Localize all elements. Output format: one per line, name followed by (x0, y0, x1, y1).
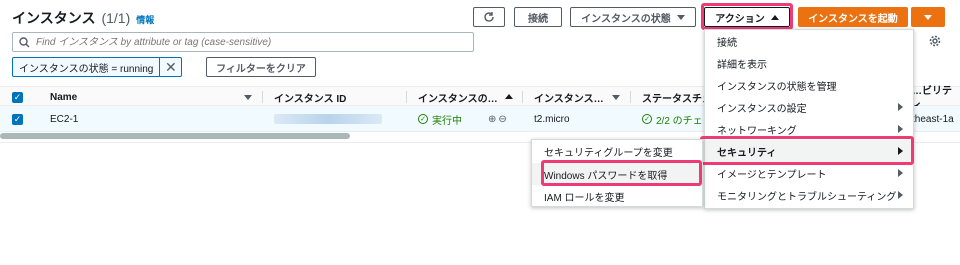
select-all-checkbox[interactable]: ✓ (12, 87, 23, 107)
cell-name: EC2-1 (50, 113, 79, 125)
security-highlight (700, 136, 914, 165)
instance-state-button[interactable]: インスタンスの状態 (570, 7, 696, 27)
redacted-instance-id (274, 114, 382, 124)
menu-item-label: モニタリングとトラブルシューティング (717, 191, 897, 203)
page-title-group: インスタンス (1/1) 情報 (12, 8, 154, 28)
windows-password-highlight (541, 160, 702, 186)
launch-instance-button[interactable]: インスタンスを起動 (798, 7, 908, 27)
menu-item-label: IAM ロールを変更 (544, 192, 625, 204)
chevron-right-icon (898, 103, 903, 111)
cell-status-check: ✓ 2/2 のチェ (642, 106, 703, 132)
filter-token-label: インスタンスの状態 = running (19, 63, 154, 75)
page-title: インスタンス (12, 10, 96, 26)
row-checkbox[interactable]: ✓ (12, 106, 23, 132)
column-divider[interactable] (406, 91, 407, 103)
launch-label: インスタンスを起動 (808, 13, 898, 25)
menu-item-image-templates[interactable]: イメージとテンプレート (705, 162, 913, 184)
refresh-icon (484, 12, 494, 22)
col-header-status-check[interactable]: ステータスチェ (642, 87, 712, 107)
zoom-in-icon[interactable]: ⊕ (488, 114, 496, 125)
filter-token: インスタンスの状態 = running ✕ (12, 57, 183, 77)
menu-item-label: セキュリティグループを変更 (544, 148, 673, 159)
settings-gear-icon[interactable] (928, 34, 942, 51)
zoom-icons[interactable]: ⊕ ⊖ (488, 106, 507, 132)
column-divider[interactable] (522, 91, 523, 103)
menu-item-label: 詳細を表示 (717, 59, 767, 71)
horizontal-scrollbar[interactable] (0, 133, 350, 139)
cell-availability-zone: theast-1a (912, 113, 954, 125)
search-input[interactable] (36, 36, 456, 48)
cell-instance-id[interactable] (274, 106, 382, 132)
clear-filter-label: フィルターをクリア (216, 63, 306, 75)
col-header-availability-zone[interactable]: …ビリティ… (912, 86, 960, 112)
clear-filter-button[interactable]: フィルターをクリア (206, 57, 316, 77)
check-circle-icon: ✓ (642, 114, 652, 124)
state-label: 実行中 (432, 115, 462, 127)
zoom-out-icon[interactable]: ⊖ (498, 114, 506, 125)
menu-item-instance-settings[interactable]: インスタンスの設定 (705, 96, 913, 118)
actions-menu: 接続 詳細を表示 インスタンスの状態を管理 インスタンスの設定 ネットワーキング… (704, 29, 914, 209)
actions-highlight (701, 3, 793, 30)
search-icon (19, 36, 30, 47)
launch-dropdown-button[interactable] (911, 7, 945, 27)
col-header-instance-id[interactable]: インスタンス ID (274, 87, 346, 107)
remove-filter-icon[interactable]: ✕ (159, 58, 181, 76)
menu-item-connect[interactable]: 接続 (705, 30, 913, 52)
chevron-down-icon (924, 14, 932, 20)
submenu-item-change-iam-role[interactable]: IAM ロールを変更 (532, 185, 702, 207)
instance-state-label: インスタンスの状態 (581, 13, 671, 25)
menu-item-label: ネットワーキング (717, 125, 797, 137)
col-header-instance-state[interactable]: インスタンスの… (418, 87, 498, 107)
cell-instance-type: t2.micro (534, 113, 570, 125)
connect-label: 接続 (528, 13, 548, 25)
instance-count: (1/1) (101, 10, 131, 26)
chevron-right-icon (898, 125, 903, 133)
check-circle-icon: ✓ (418, 114, 428, 124)
column-divider[interactable] (630, 91, 631, 103)
submenu-item-change-security-groups[interactable]: セキュリティグループを変更 (532, 141, 702, 162)
sort-icon[interactable] (612, 95, 620, 100)
menu-item-label: イメージとテンプレート (717, 169, 827, 181)
sort-asc-icon[interactable] (505, 94, 513, 99)
cell-instance-state: ✓ 実行中 (418, 106, 462, 132)
refresh-button[interactable] (473, 7, 505, 27)
sort-icon[interactable] (244, 95, 252, 100)
menu-item-label: インスタンスの状態を管理 (717, 81, 837, 93)
info-link[interactable]: 情報 (136, 13, 154, 26)
menu-item-manage-state[interactable]: インスタンスの状態を管理 (705, 74, 913, 96)
col-header-name[interactable]: Name (50, 87, 77, 107)
menu-item-label: インスタンスの設定 (717, 103, 807, 115)
chevron-down-icon (676, 14, 685, 20)
menu-item-label: 接続 (717, 37, 737, 49)
search-box[interactable] (12, 32, 474, 52)
chevron-right-icon (898, 191, 903, 199)
chevron-right-icon (898, 169, 903, 177)
menu-item-monitoring[interactable]: モニタリングとトラブルシューティング (705, 184, 913, 206)
status-check-label: 2/2 のチェ (656, 115, 703, 127)
connect-button[interactable]: 接続 (514, 7, 562, 27)
col-header-instance-type[interactable]: インスタンス… (534, 87, 604, 107)
column-divider[interactable] (262, 91, 263, 103)
menu-item-view-details[interactable]: 詳細を表示 (705, 52, 913, 74)
